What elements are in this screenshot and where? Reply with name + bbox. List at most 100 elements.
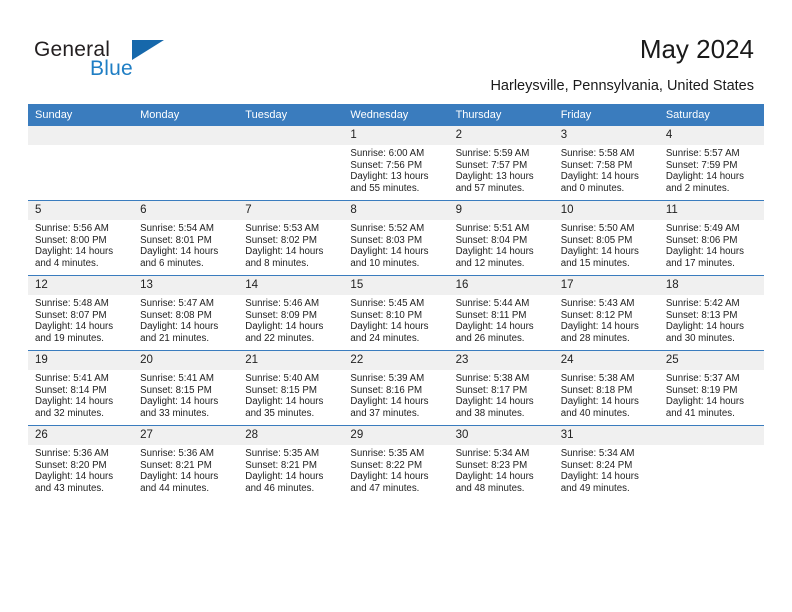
sunset-text: Sunset: 8:06 PM <box>665 234 738 246</box>
calendar-day-cell-inner: 24 Sunrise: 5:38 AM Sunset: 8:18 PM Dayligh… <box>553 351 659 425</box>
calendar-day-cell[interactable]: 29 Sunrise: 5:35 AM Sunset: 8:22 PM Dayligh… <box>343 425 449 500</box>
calendar-day-cell[interactable]: 19 Sunrise: 5:41 AM Sunset: 8:14 PM Dayligh… <box>28 350 134 426</box>
calendar-day-cell[interactable]: 18 Sunrise: 5:42 AM Sunset: 8:13 PM Dayligh… <box>658 275 764 351</box>
calendar-day-cell[interactable]: 4 Sunrise: 5:57 AM Sunset: 7:59 PM Daylight… <box>658 126 764 201</box>
brand-name-blue: Blue <box>90 57 133 80</box>
sunrise-text: Sunrise: 5:38 AM <box>455 373 530 384</box>
sunrise-text: Sunrise: 5:46 AM <box>245 298 320 309</box>
calendar-day-number: 31 <box>553 426 659 445</box>
calendar-day-cell-inner: 13 Sunrise: 5:47 AM Sunset: 8:08 PM Dayligh… <box>133 276 239 350</box>
calendar-day-cell[interactable]: 25 Sunrise: 5:37 AM Sunset: 8:19 PM Dayligh… <box>658 350 764 426</box>
calendar-day-cell-inner: 23 Sunrise: 5:38 AM Sunset: 8:17 PM Dayligh… <box>448 351 554 425</box>
sunset-text: Sunset: 7:57 PM <box>455 159 528 171</box>
calendar-day-cell-empty <box>238 126 344 201</box>
sunset-text: Sunset: 8:12 PM <box>560 309 633 321</box>
calendar-day-cell[interactable]: 10 Sunrise: 5:50 AM Sunset: 8:05 PM Dayligh… <box>553 200 659 276</box>
brand-logo[interactable]: General Blue <box>34 38 214 84</box>
calendar-day-details: Sunrise: 5:50 AM Sunset: 8:05 PM Daylight:… <box>554 220 659 269</box>
calendar-day-cell[interactable]: 26 Sunrise: 5:36 AM Sunset: 8:20 PM Dayligh… <box>28 425 134 500</box>
calendar-day-details: Sunrise: 5:56 AM Sunset: 8:00 PM Daylight:… <box>28 220 133 269</box>
sunrise-text: Sunrise: 5:52 AM <box>350 223 425 234</box>
calendar-day-cell[interactable]: 7 Sunrise: 5:53 AM Sunset: 8:02 PM Daylight… <box>238 200 344 276</box>
calendar-day-cell[interactable]: 2 Sunrise: 5:59 AM Sunset: 7:57 PM Daylight… <box>448 126 554 201</box>
calendar-day-cell[interactable]: 9 Sunrise: 5:51 AM Sunset: 8:04 PM Daylight… <box>448 200 554 276</box>
weekday-header-saturday: Saturday <box>658 104 764 126</box>
calendar-day-cell-inner: 27 Sunrise: 5:36 AM Sunset: 8:21 PM Dayligh… <box>133 426 239 500</box>
calendar-day-cell[interactable]: 6 Sunrise: 5:54 AM Sunset: 8:01 PM Daylight… <box>133 200 239 276</box>
calendar-day-number: 30 <box>448 426 554 445</box>
sunrise-text: Sunrise: 5:53 AM <box>245 223 320 234</box>
calendar-week-row: 19 Sunrise: 5:41 AM Sunset: 8:14 PM Dayligh… <box>28 350 764 426</box>
calendar-day-cell-inner: 25 Sunrise: 5:37 AM Sunset: 8:19 PM Dayligh… <box>658 351 764 425</box>
calendar-week-row: 26 Sunrise: 5:36 AM Sunset: 8:20 PM Dayligh… <box>28 425 764 500</box>
calendar-day-cell-inner: 21 Sunrise: 5:40 AM Sunset: 8:15 PM Dayligh… <box>238 351 344 425</box>
calendar-day-cell-inner: 11 Sunrise: 5:49 AM Sunset: 8:06 PM Dayligh… <box>658 201 764 275</box>
sunset-text: Sunset: 8:23 PM <box>455 459 528 471</box>
daylight-text: Daylight: 13 hours and 57 minutes. <box>455 171 534 194</box>
calendar-week-row: 5 Sunrise: 5:56 AM Sunset: 8:00 PM Daylight… <box>28 200 764 276</box>
daylight-text: Daylight: 14 hours and 10 minutes. <box>350 246 429 269</box>
sunrise-text: Sunrise: 5:36 AM <box>140 448 214 459</box>
calendar-day-cell-inner: 30 Sunrise: 5:34 AM Sunset: 8:23 PM Dayligh… <box>448 426 554 500</box>
sunrise-text: Sunrise: 5:47 AM <box>140 298 214 309</box>
sunrise-text: Sunrise: 5:51 AM <box>455 223 530 234</box>
calendar-day-cell[interactable]: 30 Sunrise: 5:34 AM Sunset: 8:23 PM Dayligh… <box>448 425 554 500</box>
sunset-text: Sunset: 8:05 PM <box>560 234 633 246</box>
calendar-day-number: 20 <box>133 351 239 370</box>
sunset-text: Sunset: 8:00 PM <box>35 234 107 246</box>
calendar-day-cell-inner: 5 Sunrise: 5:56 AM Sunset: 8:00 PM Daylight… <box>28 201 134 275</box>
calendar-day-cell-inner <box>133 126 239 200</box>
calendar-day-cell[interactable]: 3 Sunrise: 5:58 AM Sunset: 7:58 PM Daylight… <box>553 126 659 201</box>
calendar-day-cell[interactable]: 5 Sunrise: 5:56 AM Sunset: 8:00 PM Daylight… <box>28 200 134 276</box>
page-title: May 2024 <box>639 34 754 64</box>
calendar-day-cell-inner: 10 Sunrise: 5:50 AM Sunset: 8:05 PM Dayligh… <box>553 201 659 275</box>
calendar-day-number: 21 <box>238 351 344 370</box>
calendar-day-number: 8 <box>343 201 449 220</box>
daylight-text: Daylight: 14 hours and 21 minutes. <box>140 321 219 344</box>
calendar-day-number: 25 <box>658 351 764 370</box>
calendar-day-cell[interactable]: 20 Sunrise: 5:41 AM Sunset: 8:15 PM Dayligh… <box>133 350 239 426</box>
calendar-day-cell[interactable]: 13 Sunrise: 5:47 AM Sunset: 8:08 PM Dayligh… <box>133 275 239 351</box>
daylight-text: Daylight: 14 hours and 46 minutes. <box>245 471 324 494</box>
calendar-day-cell[interactable]: 12 Sunrise: 5:48 AM Sunset: 8:07 PM Dayligh… <box>28 275 134 351</box>
sunset-text: Sunset: 8:03 PM <box>350 234 423 246</box>
calendar-day-number: 13 <box>133 276 239 295</box>
sunrise-text: Sunrise: 5:41 AM <box>140 373 214 384</box>
calendar-day-cell[interactable]: 15 Sunrise: 5:45 AM Sunset: 8:10 PM Dayligh… <box>343 275 449 351</box>
calendar-day-cell-inner: 8 Sunrise: 5:52 AM Sunset: 8:03 PM Daylight… <box>343 201 449 275</box>
calendar-day-cell[interactable]: 16 Sunrise: 5:44 AM Sunset: 8:11 PM Dayligh… <box>448 275 554 351</box>
calendar-day-details: Sunrise: 5:41 AM Sunset: 8:14 PM Daylight:… <box>28 370 133 419</box>
sunset-text: Sunset: 8:21 PM <box>140 459 212 471</box>
calendar-day-cell[interactable]: 1 Sunrise: 6:00 AM Sunset: 7:56 PM Daylight… <box>343 126 449 201</box>
calendar-day-cell[interactable]: 14 Sunrise: 5:46 AM Sunset: 8:09 PM Dayligh… <box>238 275 344 351</box>
calendar-day-number: 26 <box>28 426 134 445</box>
calendar-day-details: Sunrise: 5:51 AM Sunset: 8:04 PM Daylight:… <box>449 220 554 269</box>
calendar-day-details: Sunrise: 5:59 AM Sunset: 7:57 PM Daylight:… <box>449 145 554 194</box>
calendar-day-cell[interactable]: 21 Sunrise: 5:40 AM Sunset: 8:15 PM Dayligh… <box>238 350 344 426</box>
calendar-day-cell[interactable]: 17 Sunrise: 5:43 AM Sunset: 8:12 PM Dayligh… <box>553 275 659 351</box>
calendar-day-cell[interactable]: 27 Sunrise: 5:36 AM Sunset: 8:21 PM Dayligh… <box>133 425 239 500</box>
calendar-day-cell[interactable]: 11 Sunrise: 5:49 AM Sunset: 8:06 PM Dayligh… <box>658 200 764 276</box>
calendar-day-cell[interactable]: 24 Sunrise: 5:38 AM Sunset: 8:18 PM Dayligh… <box>553 350 659 426</box>
calendar-day-details: Sunrise: 5:35 AM Sunset: 8:22 PM Daylight:… <box>343 445 448 494</box>
calendar-body: 1 Sunrise: 6:00 AM Sunset: 7:56 PM Daylight… <box>28 126 764 500</box>
calendar-day-number <box>658 426 764 445</box>
calendar-day-cell[interactable]: 22 Sunrise: 5:39 AM Sunset: 8:16 PM Dayligh… <box>343 350 449 426</box>
sunrise-text: Sunrise: 5:35 AM <box>245 448 320 459</box>
sunset-text: Sunset: 8:10 PM <box>350 309 423 321</box>
daylight-text: Daylight: 14 hours and 37 minutes. <box>350 396 429 419</box>
calendar-day-cell[interactable]: 28 Sunrise: 5:35 AM Sunset: 8:21 PM Dayligh… <box>238 425 344 500</box>
daylight-text: Daylight: 14 hours and 43 minutes. <box>35 471 114 494</box>
calendar-day-cell[interactable]: 8 Sunrise: 5:52 AM Sunset: 8:03 PM Daylight… <box>343 200 449 276</box>
calendar-day-number: 24 <box>553 351 659 370</box>
daylight-text: Daylight: 14 hours and 30 minutes. <box>665 321 744 344</box>
weekday-header-thursday: Thursday <box>448 104 554 126</box>
calendar-day-details: Sunrise: 5:52 AM Sunset: 8:03 PM Daylight:… <box>343 220 448 269</box>
calendar-day-cell-inner: 26 Sunrise: 5:36 AM Sunset: 8:20 PM Dayligh… <box>28 426 134 500</box>
sunset-text: Sunset: 8:19 PM <box>665 384 738 396</box>
calendar-day-cell[interactable]: 31 Sunrise: 5:34 AM Sunset: 8:24 PM Dayligh… <box>553 425 659 500</box>
sunset-text: Sunset: 7:59 PM <box>665 159 738 171</box>
calendar-day-cell[interactable]: 23 Sunrise: 5:38 AM Sunset: 8:17 PM Dayligh… <box>448 350 554 426</box>
calendar-page: General Blue May 2024 Harleysville, Penn… <box>0 0 792 612</box>
calendar-day-number: 17 <box>553 276 659 295</box>
